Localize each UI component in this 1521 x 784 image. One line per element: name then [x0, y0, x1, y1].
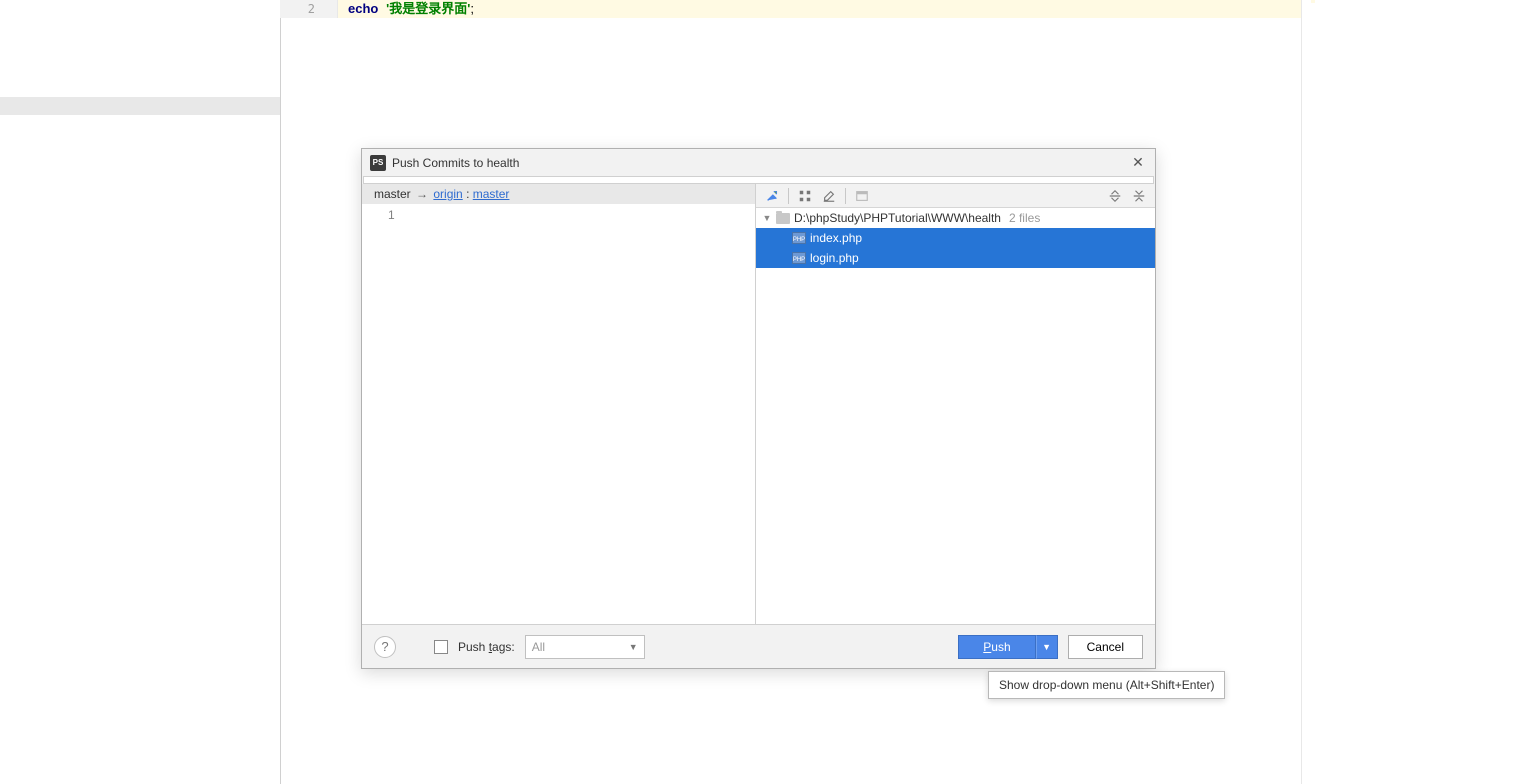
show-diff-icon[interactable]: [762, 186, 782, 206]
chevron-down-icon[interactable]: ▼: [762, 213, 772, 223]
edit-icon[interactable]: [819, 186, 839, 206]
file-tree[interactable]: ▼ D:\phpStudy\PHPTutorial\WWW\health 2 f…: [756, 208, 1155, 624]
branch-colon: :: [463, 187, 473, 201]
phpstorm-icon: PS: [370, 155, 386, 171]
local-branch: master: [374, 187, 411, 201]
push-commits-dialog: PS Push Commits to health ✕ master → ori…: [361, 148, 1156, 669]
code-string: '我是登录界面': [386, 1, 470, 16]
toolbar-separator-2: [845, 188, 846, 204]
arrow-icon: →: [414, 187, 430, 201]
code-line-2[interactable]: echo '我是登录界面';: [338, 0, 1301, 18]
combo-value: All: [532, 640, 545, 654]
collapse-all-icon[interactable]: [1129, 186, 1149, 206]
toolbar-separator: [788, 188, 789, 204]
code-keyword: echo: [348, 1, 378, 16]
dropdown-tooltip: Show drop-down menu (Alt+Shift+Enter): [988, 671, 1225, 699]
push-tags-label-suffix: ags:: [492, 640, 515, 654]
file-name: login.php: [810, 251, 859, 265]
commits-pane: master → origin : master 1: [362, 184, 756, 624]
push-button[interactable]: Push: [958, 635, 1035, 659]
file-name: index.php: [810, 231, 862, 245]
editor-mark: [1311, 0, 1315, 3]
files-pane: ▼ D:\phpStudy\PHPTutorial\WWW\health 2 f…: [756, 184, 1155, 624]
dialog-search-strip[interactable]: [363, 176, 1154, 184]
push-button-group: Push ▼: [958, 635, 1057, 659]
group-by-icon[interactable]: [795, 186, 815, 206]
push-tags-label-prefix: Push: [458, 640, 489, 654]
push-tags-combo[interactable]: All ▼: [525, 635, 645, 659]
tree-root-folder[interactable]: ▼ D:\phpStudy\PHPTutorial\WWW\health 2 f…: [756, 208, 1155, 228]
commits-list[interactable]: 1: [362, 204, 755, 624]
folder-file-count: 2 files: [1009, 211, 1040, 225]
php-file-icon: PHP: [792, 252, 806, 264]
push-dropdown-button[interactable]: ▼: [1036, 635, 1058, 659]
tree-file-login[interactable]: PHP login.php: [756, 248, 1155, 268]
editor-gutter: 2: [280, 0, 338, 18]
folder-path: D:\phpStudy\PHPTutorial\WWW\health: [794, 211, 1001, 225]
dialog-titlebar[interactable]: PS Push Commits to health ✕: [362, 149, 1155, 176]
cancel-button[interactable]: Cancel: [1068, 635, 1143, 659]
remote-branch-link[interactable]: master: [473, 187, 510, 201]
tree-file-index[interactable]: PHP index.php: [756, 228, 1155, 248]
chevron-down-icon: ▼: [629, 642, 638, 652]
remote-name-link[interactable]: origin: [433, 187, 462, 201]
dialog-footer: ? Push tags: All ▼ Push ▼ Cancel: [362, 624, 1155, 668]
close-button[interactable]: ✕: [1129, 154, 1147, 171]
dialog-title: Push Commits to health: [392, 156, 1129, 170]
folder-icon: [776, 213, 790, 224]
php-file-icon: PHP: [792, 232, 806, 244]
push-tags-checkbox[interactable]: [434, 640, 448, 654]
dialog-body: master → origin : master 1: [362, 184, 1155, 624]
push-tags-label[interactable]: Push tags:: [458, 640, 515, 654]
editor-right-gutter: [1301, 0, 1521, 784]
help-button[interactable]: ?: [374, 636, 396, 658]
sidebar-selection-strip: [0, 97, 280, 115]
expand-all-icon[interactable]: [1105, 186, 1125, 206]
push-button-text: ush: [991, 640, 1010, 654]
branch-mapping-row[interactable]: master → origin : master: [362, 184, 755, 204]
push-button-mnemonic: P: [983, 640, 991, 654]
preview-icon[interactable]: [852, 186, 872, 206]
files-toolbar: [756, 184, 1155, 208]
commit-entry[interactable]: 1: [388, 208, 395, 222]
code-semicolon: ;: [470, 1, 474, 16]
